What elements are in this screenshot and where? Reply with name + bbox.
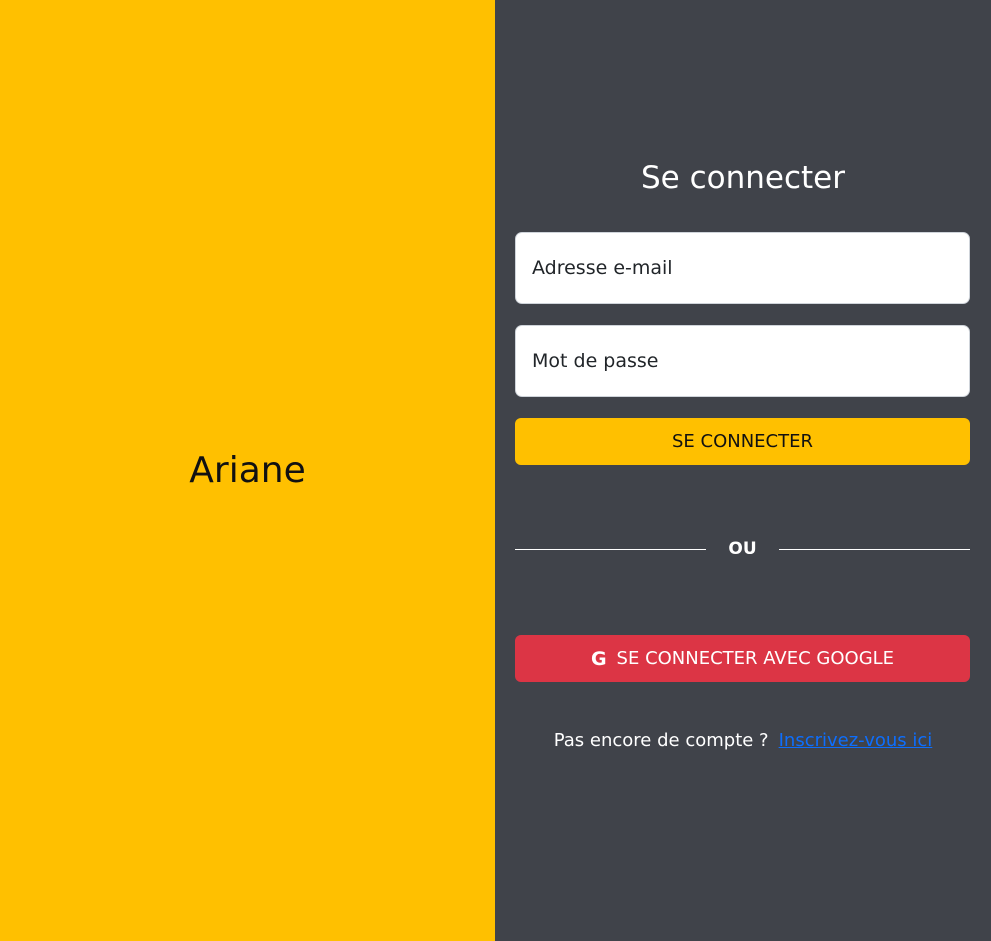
email-field[interactable] <box>515 232 970 304</box>
login-button[interactable]: SE CONNECTER <box>515 418 970 465</box>
login-title: Se connecter <box>641 160 845 196</box>
google-login-button[interactable]: G SE CONNECTER AVEC GOOGLE <box>515 635 970 682</box>
password-field[interactable] <box>515 325 970 397</box>
google-icon: G <box>590 647 607 670</box>
signup-row: Pas encore de compte ? Inscrivez-vous ici <box>495 730 991 751</box>
login-page: Ariane Se connecter SE CONNECTER OU G SE… <box>0 0 991 941</box>
signup-link[interactable]: Inscrivez-vous ici <box>779 730 933 751</box>
login-panel: Se connecter SE CONNECTER OU G SE CONNEC… <box>495 0 991 941</box>
signup-prompt: Pas encore de compte ? <box>553 730 769 751</box>
brand-panel: Ariane <box>0 0 495 941</box>
divider-label: OU <box>728 539 757 559</box>
divider-line-left <box>515 548 707 550</box>
login-button-label: SE CONNECTER <box>671 431 813 452</box>
brand-name: Ariane <box>189 450 306 491</box>
google-login-label: SE CONNECTER AVEC GOOGLE <box>616 648 895 669</box>
divider-line-right <box>778 548 971 550</box>
email-input[interactable] <box>532 233 969 303</box>
or-divider: OU <box>515 538 971 560</box>
password-input[interactable] <box>532 326 969 396</box>
